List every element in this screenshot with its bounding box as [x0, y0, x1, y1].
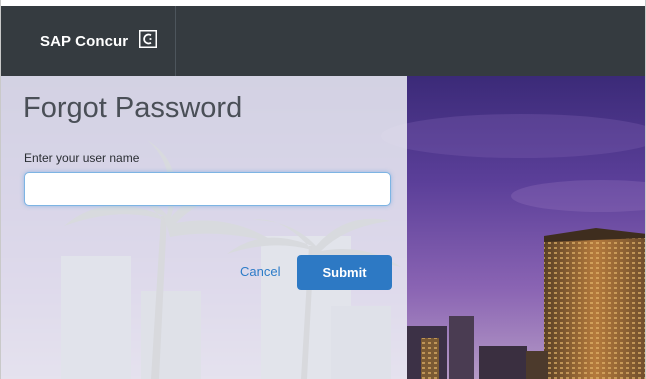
brand-logo[interactable]: SAP Concur [1, 6, 176, 76]
login-page: SAP Concur Forgot Password Enter your us… [0, 0, 646, 379]
username-label: Enter your user name [24, 151, 140, 165]
top-navigation-bar: SAP Concur [1, 6, 645, 76]
forgot-password-panel: Forgot Password Enter your user name Can… [1, 76, 407, 379]
page-title: Forgot Password [23, 92, 243, 124]
brand-name: SAP Concur [40, 33, 129, 50]
username-input[interactable] [24, 172, 391, 206]
cancel-link[interactable]: Cancel [240, 264, 280, 279]
concur-c-logo-icon [139, 30, 157, 48]
submit-button[interactable]: Submit [297, 255, 392, 290]
